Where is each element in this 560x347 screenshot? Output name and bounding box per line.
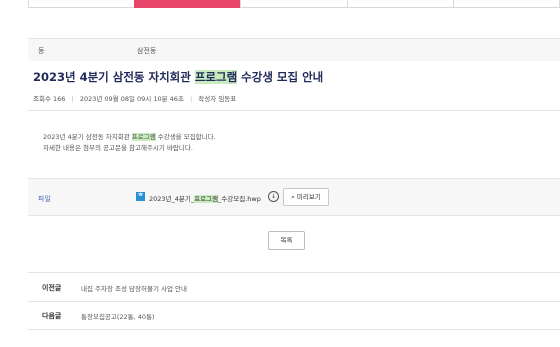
dong-value: 삼전동: [137, 47, 157, 55]
views-label: 조회수: [33, 95, 51, 103]
prev-title[interactable]: 내집 주차장 조성 담장허물기 사업 안내: [81, 283, 187, 293]
body-line-1: 2023년 4분기 삼전동 자치회관 프로그램 수강생을 모집합니다.: [43, 132, 216, 143]
body-highlight: 프로그램: [131, 133, 156, 141]
post-body: 2023년 4분기 삼전동 자치회관 프로그램 수강생을 모집합니다. 자세한 …: [43, 132, 216, 154]
attachment-row: 파일 ᄒ 2023년_4분기_프로그램_수강모집.hwp ↓ ⌕ 미리보기: [28, 178, 560, 216]
next-title[interactable]: 통장모집공고(22통, 40통): [81, 311, 155, 321]
info-separator: |: [190, 95, 193, 103]
info-separator: |: [71, 95, 74, 103]
dong-row: 동 삼전동: [28, 38, 560, 61]
prev-post-row[interactable]: 이전글 내집 주차장 조성 담장허물기 사업 안내: [28, 272, 560, 302]
body-line-2: 자세한 내용은 첨부의 공고문을 참고해주시기 바랍니다.: [43, 144, 193, 152]
author-label: 작성자: [198, 95, 217, 103]
file-name-after: _수강모집.hwp: [218, 195, 261, 203]
attachment-link[interactable]: 2023년_4분기_프로그램_수강모집.hwp: [149, 193, 261, 203]
next-post-row[interactable]: 다음글 통장모집공고(22통, 40통): [28, 301, 560, 330]
search-icon: ⌕: [291, 193, 295, 201]
title-text-after: 수강생 모집 안내: [237, 70, 324, 84]
file-name-highlight: 프로그램: [194, 195, 219, 203]
tab-5[interactable]: [452, 0, 560, 8]
tab-3[interactable]: [240, 0, 347, 8]
divider: [28, 110, 560, 111]
preview-button[interactable]: ⌕ 미리보기: [283, 188, 329, 206]
tab-bar: [28, 0, 560, 8]
post-date: 2023년 09월 08일 09시 10분 46초: [79, 95, 184, 103]
attachment-label: 파일: [38, 195, 51, 203]
author-name: 임동표: [218, 95, 237, 103]
post-info: 조회수 166 | 2023년 09월 08일 09시 10분 46초 | 작성…: [33, 93, 236, 103]
file-name-before: 2023년_4분기_: [149, 195, 195, 203]
tab-1[interactable]: [28, 0, 135, 8]
tab-4[interactable]: [346, 0, 453, 8]
body-text-before: 2023년 4분기 삼전동 자치회관: [43, 133, 132, 141]
post-title: 2023년 4분기 삼전동 자치회관 프로그램 수강생 모집 안내: [33, 69, 323, 85]
views-count: 166: [53, 95, 66, 103]
list-button[interactable]: 목록: [268, 231, 305, 250]
next-label: 다음글: [42, 312, 62, 320]
preview-label: 미리보기: [296, 193, 321, 201]
title-highlight: 프로그램: [194, 70, 238, 84]
title-text-before: 2023년 4분기 삼전동 자치회관: [33, 70, 195, 84]
download-icon[interactable]: ↓: [268, 191, 279, 202]
body-text-after: 수강생을 모집합니다.: [155, 133, 216, 141]
prev-label: 이전글: [42, 284, 62, 292]
dong-label: 동: [38, 47, 45, 55]
hwp-file-icon: ᄒ: [136, 192, 145, 201]
tab-2-active[interactable]: [134, 0, 241, 8]
